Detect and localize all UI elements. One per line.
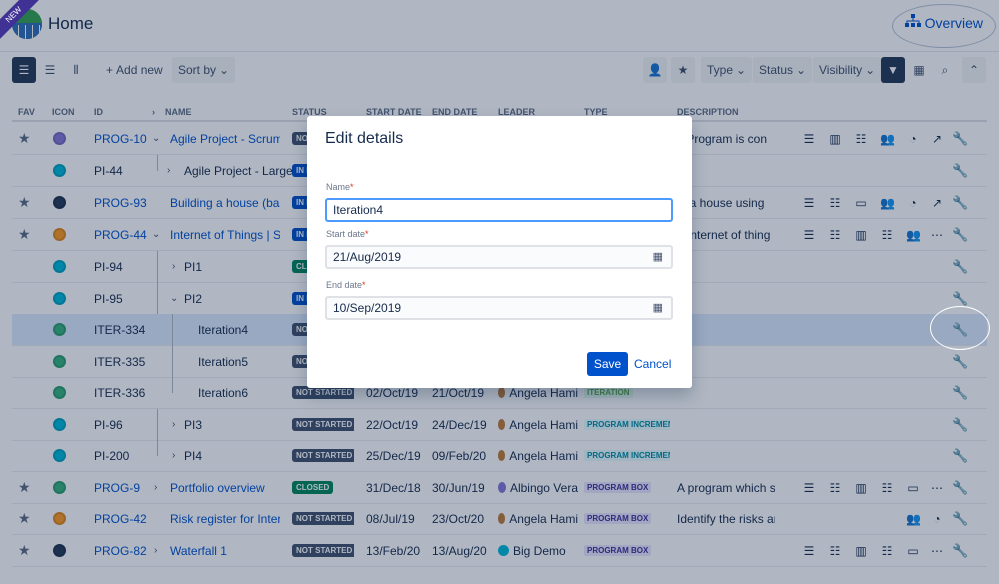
- end-date-label: End date*: [326, 280, 366, 290]
- name-field[interactable]: Iteration4: [325, 198, 673, 222]
- dialog-title: Edit details: [325, 130, 404, 147]
- name-label: Name*: [326, 182, 354, 192]
- cancel-button[interactable]: Cancel: [634, 352, 671, 376]
- start-date-value: 21/Aug/2019: [333, 250, 402, 264]
- name-value: Iteration4: [333, 203, 384, 217]
- annotation-circle: [930, 306, 990, 350]
- save-button[interactable]: Save: [587, 352, 628, 376]
- calendar-icon[interactable]: ▦: [653, 301, 663, 314]
- end-date-field[interactable]: 10/Sep/2019 ▦: [325, 296, 673, 320]
- end-date-value: 10/Sep/2019: [333, 301, 402, 315]
- calendar-icon[interactable]: ▦: [653, 250, 663, 263]
- start-date-field[interactable]: 21/Aug/2019 ▦: [325, 245, 673, 269]
- start-date-label: Start date*: [326, 229, 369, 239]
- edit-details-dialog: Edit details Name* Iteration4 Start date…: [307, 116, 692, 388]
